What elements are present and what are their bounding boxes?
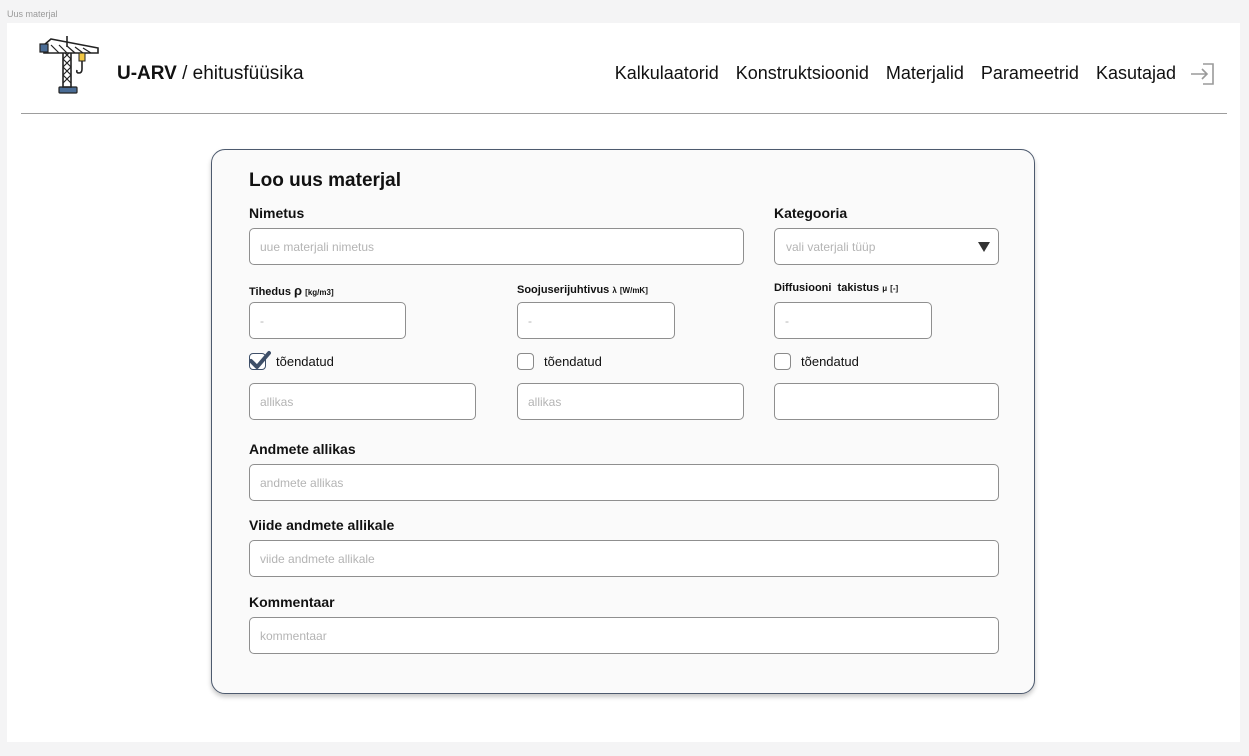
data-source-input[interactable] bbox=[249, 464, 999, 501]
brand-name: U-ARV bbox=[117, 63, 177, 84]
chevron-down-icon bbox=[978, 242, 990, 252]
conductivity-source-input[interactable] bbox=[517, 383, 744, 420]
create-material-card: Loo uus materjal Nimetus Kategooria vali… bbox=[211, 149, 1035, 694]
nav-item-konstruktsioonid[interactable]: Konstruktsioonid bbox=[736, 63, 869, 84]
reference-label: Viide andmete allikale bbox=[249, 517, 395, 533]
reference-input[interactable] bbox=[249, 540, 999, 577]
conductivity-label-text: Soojuserijuhtivus bbox=[517, 284, 610, 296]
diffusion-verified-label: tõendatud bbox=[801, 354, 859, 369]
density-label-text: Tihedus bbox=[249, 286, 291, 298]
density-verified-checkbox[interactable]: tõendatud bbox=[249, 351, 334, 370]
comment-input[interactable] bbox=[249, 617, 999, 654]
diffusion-label-text: Diffusiooni takistus bbox=[774, 282, 880, 294]
density-input[interactable] bbox=[249, 302, 406, 339]
nav-item-parameetrid[interactable]: Parameetrid bbox=[981, 63, 1079, 84]
name-input[interactable] bbox=[249, 228, 744, 265]
nav-item-kasutajad[interactable]: Kasutajad bbox=[1096, 63, 1176, 84]
form-title: Loo uus materjal bbox=[249, 170, 402, 191]
frame-label: Uus materjal bbox=[7, 9, 58, 19]
density-unit: [kg/m3] bbox=[305, 288, 334, 297]
category-label: Kategooria bbox=[774, 205, 848, 221]
app-brand: U-ARV / ehitusfüüsika bbox=[117, 63, 304, 85]
data-source-label: Andmete allikas bbox=[249, 441, 356, 457]
density-label: Tihedus ρ [kg/m3] bbox=[249, 283, 334, 298]
diffusion-label: Diffusiooni takistus μ [-] bbox=[774, 282, 898, 294]
diffusion-symbol: μ bbox=[882, 284, 888, 293]
conductivity-unit: [W/mK] bbox=[619, 286, 648, 295]
density-verified-label: tõendatud bbox=[276, 354, 334, 369]
top-nav: Kalkulaatorid Konstruktsioonid Materjali… bbox=[615, 63, 1176, 84]
density-symbol: ρ bbox=[294, 283, 303, 298]
checkbox-unchecked[interactable] bbox=[517, 353, 534, 370]
diffusion-input[interactable] bbox=[774, 302, 932, 339]
diffusion-verified-checkbox[interactable]: tõendatud bbox=[774, 353, 859, 370]
name-label: Nimetus bbox=[249, 205, 305, 221]
nav-item-materjalid[interactable]: Materjalid bbox=[886, 63, 964, 84]
checkmark-icon bbox=[249, 351, 271, 369]
checkbox-unchecked[interactable] bbox=[774, 353, 791, 370]
conductivity-verified-label: tõendatud bbox=[544, 354, 602, 369]
crane-logo-icon bbox=[39, 36, 99, 94]
nav-item-kalkulaatorid[interactable]: Kalkulaatorid bbox=[615, 63, 719, 84]
comment-label: Kommentaar bbox=[249, 594, 335, 610]
checkbox-checked[interactable] bbox=[249, 351, 271, 370]
conductivity-verified-checkbox[interactable]: tõendatud bbox=[517, 353, 602, 370]
category-placeholder: vali vaterjali tüüp bbox=[786, 240, 876, 254]
conductivity-input[interactable] bbox=[517, 302, 675, 339]
density-source-input[interactable] bbox=[249, 383, 476, 420]
header-divider bbox=[21, 113, 1227, 114]
logout-icon[interactable] bbox=[1190, 62, 1216, 86]
brand-subtitle: ehitusfüüsika bbox=[192, 63, 304, 84]
diffusion-source-input[interactable] bbox=[774, 383, 999, 420]
brand-separator: / bbox=[176, 63, 193, 84]
conductivity-symbol: λ bbox=[612, 286, 617, 295]
diffusion-unit: [-] bbox=[890, 284, 899, 293]
conductivity-label: Soojuserijuhtivus λ [W/mK] bbox=[517, 284, 648, 296]
category-select[interactable]: vali vaterjali tüüp bbox=[774, 228, 999, 265]
